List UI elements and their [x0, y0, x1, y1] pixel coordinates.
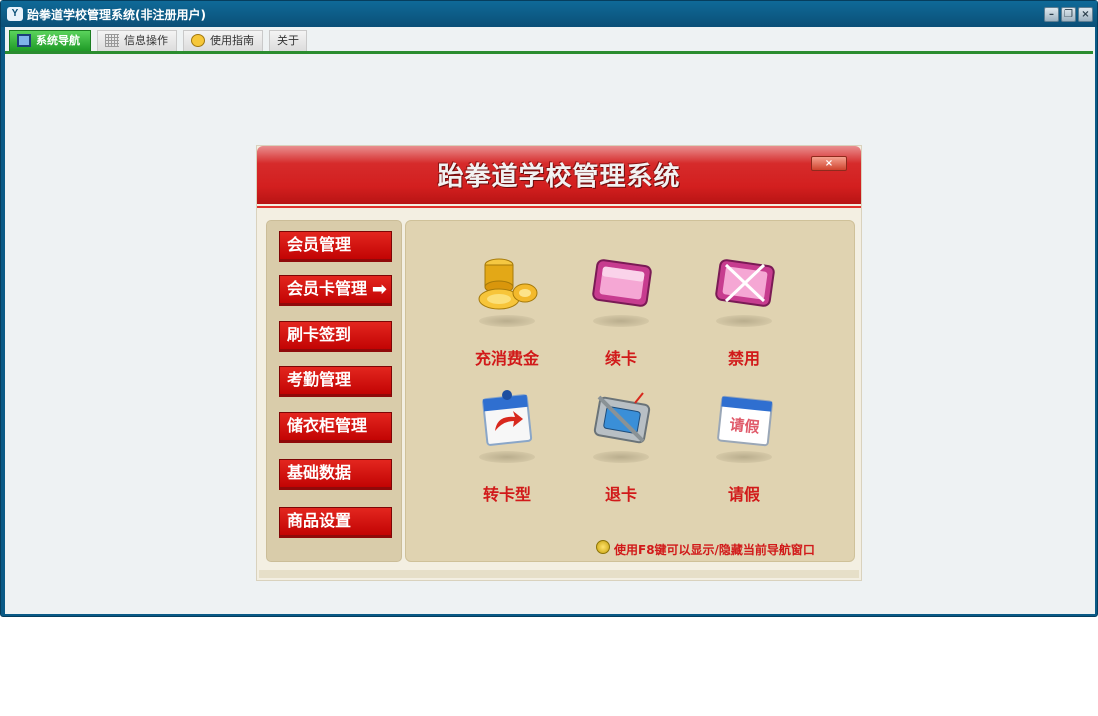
action-change-card-type[interactable]: 转卡型 [457, 387, 557, 507]
arrow-right-icon: ➡ [371, 279, 387, 300]
tab-info-operation[interactable]: 信息操作 [97, 30, 177, 51]
card-return-icon [593, 392, 651, 444]
tab-about[interactable]: 关于 [269, 30, 307, 51]
tab-label: 信息操作 [124, 34, 168, 47]
tab-system-navigation[interactable]: 系统导航 [9, 30, 91, 51]
sidebar-item-member-card-management[interactable]: 会员卡管理 ➡ [279, 275, 392, 306]
action-grid: 充消费金 续卡 禁用 转卡型 退卡 请假 请假 使用F8键可以显示/隐藏当前导航… [405, 220, 855, 562]
window-title: 跆拳道学校管理系统(非注册用户) [27, 8, 206, 22]
maximize-button[interactable]: ❐ [1061, 7, 1076, 22]
grid-icon [105, 34, 119, 47]
action-return-card[interactable]: 退卡 [571, 387, 671, 507]
tab-label: 使用指南 [210, 34, 254, 47]
icon-shadow [716, 315, 772, 327]
sidebar-item-label: 会员管理 [287, 235, 352, 254]
tab-user-guide[interactable]: 使用指南 [183, 30, 263, 51]
action-leave[interactable]: 请假 请假 [694, 387, 794, 507]
action-label: 退卡 [604, 485, 637, 504]
sidebar-item-label: 商品设置 [287, 511, 352, 530]
monitor-icon [17, 34, 31, 47]
card-disabled-icon [715, 259, 775, 307]
action-disable-card[interactable]: 禁用 [694, 251, 794, 371]
minimize-button[interactable]: – [1044, 7, 1059, 22]
calendar-leave-icon: 请假 [717, 395, 773, 447]
icon-shadow [479, 451, 535, 463]
navigation-panel: 跆拳道学校管理系统 × 会员管理 会员卡管理 ➡ 刷卡签到 考勤管理 储衣柜管理 … [256, 145, 862, 581]
calendar-refresh-icon [482, 390, 533, 446]
tab-strip: 系统导航 信息操作 使用指南 关于 [5, 27, 1095, 54]
icon-shadow [479, 315, 535, 327]
action-label: 请假 [727, 485, 760, 504]
icon-shadow [716, 451, 772, 463]
hint-text: 使用F8键可以显示/隐藏当前导航窗口 [614, 543, 815, 557]
panel-divider [257, 206, 861, 208]
sidebar-item-label: 刷卡签到 [287, 325, 352, 344]
action-recharge[interactable]: 充消费金 [457, 251, 557, 371]
card-icon [592, 259, 652, 307]
title-bar[interactable]: Y 跆拳道学校管理系统(非注册用户) – ❐ × [1, 1, 1097, 27]
tab-label: 关于 [277, 34, 299, 47]
tab-underline [5, 51, 1093, 54]
main-window: Y 跆拳道学校管理系统(非注册用户) – ❐ × 系统导航 信息操作 使用指南 … [0, 0, 1098, 617]
action-label: 转卡型 [482, 485, 531, 504]
sidebar-item-label: 基础数据 [287, 463, 352, 482]
smiley-icon [191, 34, 205, 47]
panel-footer [259, 570, 859, 578]
sidebar-item-locker-management[interactable]: 储衣柜管理 [279, 412, 392, 443]
sidebar-item-basic-data[interactable]: 基础数据 [279, 459, 392, 490]
sidebar-item-label: 考勤管理 [287, 370, 352, 389]
tab-label: 系统导航 [36, 34, 80, 47]
f8-hint: 使用F8键可以显示/隐藏当前导航窗口 [596, 540, 815, 558]
close-button[interactable]: × [1078, 7, 1093, 22]
hint-icon [596, 540, 610, 554]
leave-badge-text: 请假 [729, 415, 762, 436]
action-label: 充消费金 [474, 349, 539, 368]
sidebar: 会员管理 会员卡管理 ➡ 刷卡签到 考勤管理 储衣柜管理 基础数据 商品设置 [266, 220, 402, 562]
sidebar-item-label: 储衣柜管理 [287, 416, 368, 435]
panel-title: 跆拳道学校管理系统 [437, 162, 681, 192]
sidebar-item-card-check-in[interactable]: 刷卡签到 [279, 321, 392, 352]
sidebar-item-attendance[interactable]: 考勤管理 [279, 366, 392, 397]
action-label: 续卡 [604, 349, 637, 368]
panel-close-button[interactable]: × [811, 156, 847, 171]
action-renew-card[interactable]: 续卡 [571, 251, 671, 371]
icon-shadow [593, 451, 649, 463]
sidebar-item-label: 会员卡管理 [287, 279, 368, 298]
action-label: 禁用 [727, 349, 760, 368]
sidebar-item-product-settings[interactable]: 商品设置 [279, 507, 392, 538]
icon-shadow [593, 315, 649, 327]
sidebar-item-member-management[interactable]: 会员管理 [279, 231, 392, 262]
gold-coins-icon [478, 258, 538, 310]
panel-header: 跆拳道学校管理系统 × [257, 146, 861, 204]
app-icon: Y [7, 7, 23, 21]
client-area: 系统导航 信息操作 使用指南 关于 跆拳道学校管理系统 × 会员管理 会员卡管理… [5, 27, 1095, 614]
